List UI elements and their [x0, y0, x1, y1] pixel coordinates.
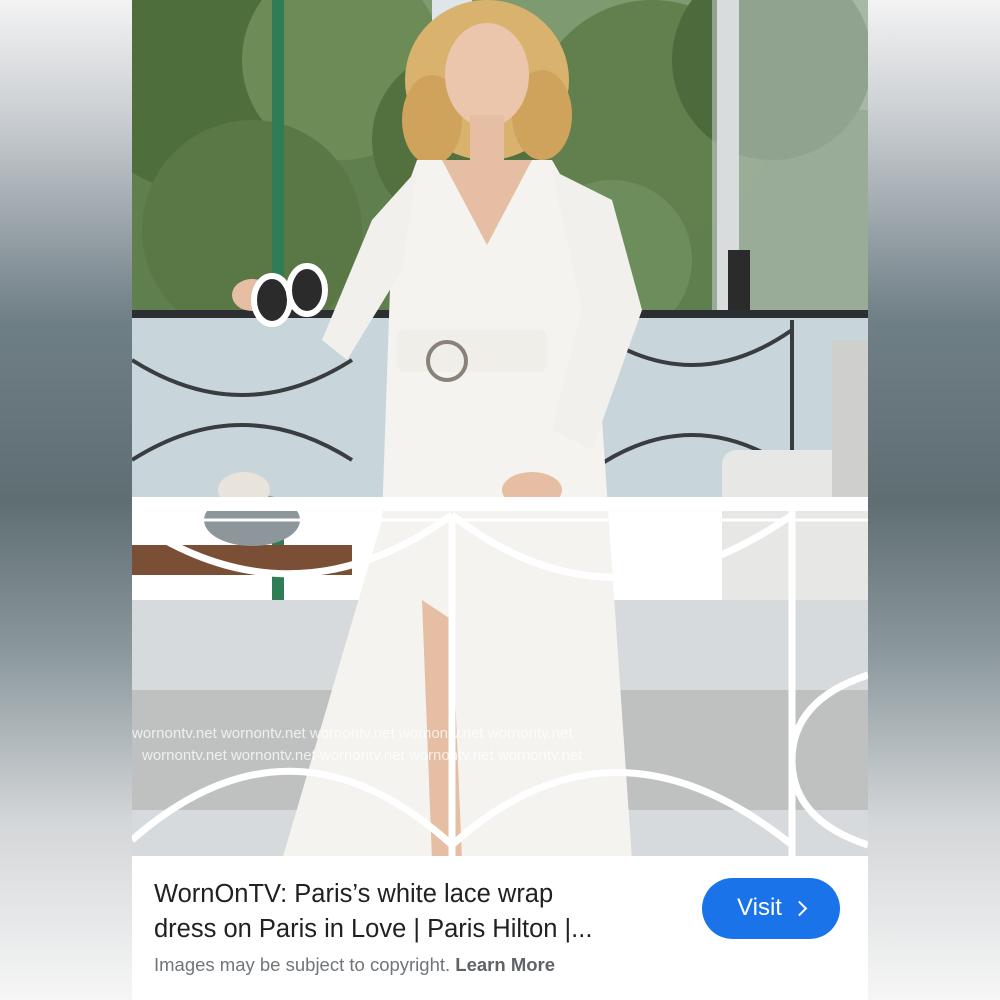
copyright-text: Images may be subject to copyright.	[154, 954, 451, 975]
photo-illustration: wornontv.net wornontv.net wornontv.net w…	[132, 0, 868, 856]
watermark-row-2: wornontv.net wornontv.net wornontv.net w…	[141, 747, 583, 764]
result-title-line-1: WornOnTV: Paris’s white lace wrap	[154, 880, 554, 908]
chevron-right-icon	[791, 900, 808, 916]
visit-button-label: Visit	[737, 893, 782, 921]
learn-more-link[interactable]: Learn More	[455, 954, 555, 975]
watermark-row-1: wornontv.net wornontv.net wornontv.net w…	[132, 725, 573, 742]
result-title-line-2: dress on Paris in Love | Paris Hilton |.…	[154, 915, 593, 943]
visit-button[interactable]: Visit	[702, 878, 840, 939]
result-caption: WornOnTV: Paris’s white lace wrap dress …	[132, 856, 868, 1000]
result-photo[interactable]: wornontv.net wornontv.net wornontv.net w…	[132, 0, 868, 856]
image-result-card: wornontv.net wornontv.net wornontv.net w…	[132, 0, 868, 1000]
copyright-notice: Images may be subject to copyright. Lear…	[154, 954, 555, 976]
result-title[interactable]: WornOnTV: Paris’s white lace wrap dress …	[154, 877, 674, 947]
